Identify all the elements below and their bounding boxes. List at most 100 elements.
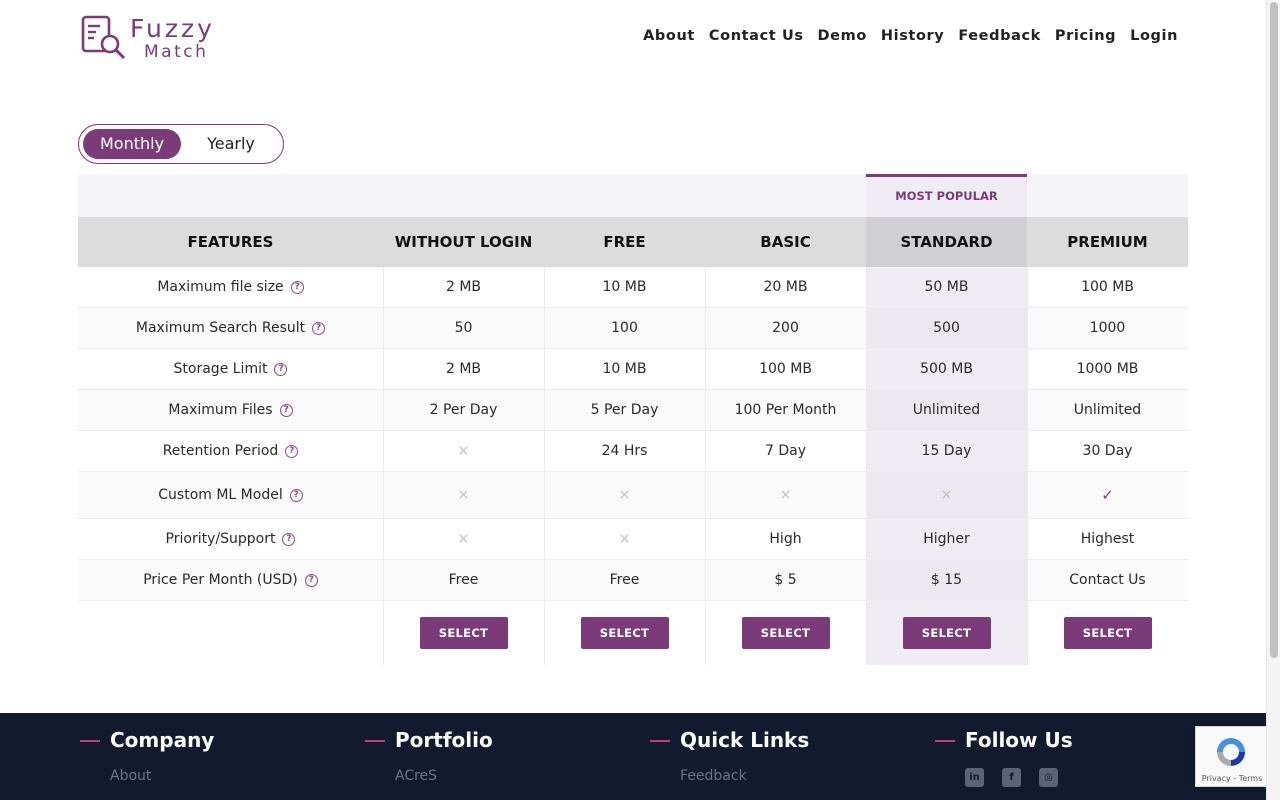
- billing-toggle: Monthly Yearly: [78, 124, 284, 164]
- cell-value: Contact Us: [1069, 572, 1146, 588]
- help-icon[interactable]: ?: [312, 321, 326, 335]
- cell-value: 2 MB: [445, 279, 482, 295]
- cross-icon: ×: [618, 487, 631, 503]
- help-icon[interactable]: ?: [285, 444, 299, 458]
- table-row: Maximum Search Result? 50 100 200 500 1000: [78, 308, 1188, 349]
- cell-value: Unlimited: [912, 402, 981, 418]
- cell-value: 500 MB: [920, 361, 973, 377]
- select-cell: SELECT: [383, 601, 544, 665]
- nav-history[interactable]: History: [881, 28, 944, 44]
- footer-title-follow-us: Follow Us: [965, 728, 1073, 752]
- value-cell: 20 MB: [705, 267, 866, 307]
- cell-value: 2 MB: [445, 361, 482, 377]
- value-cell: 50: [383, 308, 544, 348]
- footer-dash: [650, 740, 670, 742]
- footer-link-about[interactable]: About: [110, 768, 151, 784]
- value-cell: Free: [383, 560, 544, 600]
- table-row: Maximum Files? 2 Per Day 5 Per Day 100 Per …: [78, 390, 1188, 431]
- cell-value: 50 MB: [924, 279, 969, 295]
- cell-value: 2 Per Day: [429, 402, 498, 418]
- cell-value: 20 MB: [763, 279, 808, 295]
- value-cell: ×: [544, 472, 705, 518]
- value-cell: 24 Hrs: [544, 431, 705, 471]
- select-free-button[interactable]: SELECT: [580, 617, 669, 649]
- table-row: Priority/Support? × × High Higher Highest: [78, 519, 1188, 560]
- table-header: FEATURES WITHOUT LOGIN FREE BASIC STANDA…: [78, 217, 1188, 267]
- value-cell: 10 MB: [544, 349, 705, 389]
- value-cell: 200: [705, 308, 866, 348]
- value-cell: ×: [866, 472, 1027, 518]
- nav-about[interactable]: About: [643, 28, 695, 44]
- cell-value: 7 Day: [764, 443, 806, 459]
- cell-value: 30 Day: [1082, 443, 1133, 459]
- instagram-icon[interactable]: ◎: [1039, 768, 1058, 787]
- recaptcha-privacy-terms[interactable]: Privacy - Terms: [1196, 774, 1268, 783]
- facebook-icon[interactable]: f: [1002, 768, 1021, 787]
- cell-value: 50: [454, 320, 473, 336]
- feature-cell: Priority/Support?: [78, 519, 383, 559]
- social-links: in f ◎: [965, 768, 1058, 787]
- col-standard: STANDARD: [900, 233, 993, 251]
- cell-value: 24 Hrs: [601, 443, 648, 459]
- value-cell: High: [705, 519, 866, 559]
- fuzzy-match-logo[interactable]: Fuzzy Match: [80, 14, 230, 64]
- cell-value: Free: [609, 572, 640, 588]
- footer-link-feedback[interactable]: Feedback: [680, 768, 747, 784]
- yearly-option[interactable]: Yearly: [193, 129, 269, 159]
- cross-icon: ×: [457, 443, 470, 459]
- scrollbar-thumb[interactable]: [1270, 2, 1278, 658]
- linkedin-icon[interactable]: in: [965, 768, 984, 787]
- value-cell: 100 MB: [1027, 267, 1188, 307]
- select-cell: SELECT: [1027, 601, 1188, 665]
- cell-value: Higher: [923, 531, 970, 547]
- footer-dash: [935, 740, 955, 742]
- nav-demo[interactable]: Demo: [818, 28, 867, 44]
- table-row: Storage Limit? 2 MB 10 MB 100 MB 500 MB 1000 …: [78, 349, 1188, 390]
- select-standard-button[interactable]: SELECT: [902, 617, 991, 649]
- nav-feedback[interactable]: Feedback: [958, 28, 1041, 44]
- help-icon[interactable]: ?: [282, 532, 296, 546]
- help-icon[interactable]: ?: [274, 362, 288, 376]
- cell-value: 10 MB: [602, 279, 647, 295]
- help-icon[interactable]: ?: [279, 403, 293, 417]
- site-header: Fuzzy Match About Contact Us Demo Histor…: [0, 0, 1266, 78]
- help-icon[interactable]: ?: [304, 573, 318, 587]
- nav-contact-us[interactable]: Contact Us: [709, 28, 804, 44]
- recaptcha-icon: [1217, 738, 1245, 766]
- recaptcha-badge[interactable]: Privacy - Terms: [1195, 726, 1267, 787]
- footer-title-portfolio: Portfolio: [395, 728, 493, 752]
- feature-label: Maximum Search Result: [135, 320, 306, 336]
- column-divider: [866, 267, 867, 665]
- feature-label: Storage Limit: [173, 361, 268, 377]
- value-cell: Contact Us: [1027, 560, 1188, 600]
- monthly-option[interactable]: Monthly: [83, 129, 181, 159]
- document-search-icon: [81, 15, 126, 60]
- col-free: FREE: [603, 233, 646, 251]
- nav-pricing[interactable]: Pricing: [1055, 28, 1116, 44]
- column-divider: [1027, 267, 1028, 665]
- select-premium-button[interactable]: SELECT: [1063, 617, 1152, 649]
- value-cell: 30 Day: [1027, 431, 1188, 471]
- cell-value: 100 MB: [759, 361, 812, 377]
- footer-link-acres[interactable]: ACreS: [395, 768, 437, 784]
- select-without-login-button[interactable]: SELECT: [419, 617, 508, 649]
- value-cell: 500 MB: [866, 349, 1027, 389]
- nav-login[interactable]: Login: [1130, 28, 1178, 44]
- cell-value: 100 Per Month: [734, 402, 837, 418]
- footer-title-quick-links: Quick Links: [680, 728, 810, 752]
- value-cell: 1000 MB: [1027, 349, 1188, 389]
- value-cell: ×: [383, 431, 544, 471]
- value-cell: $ 15: [866, 560, 1027, 600]
- feature-label: Priority/Support: [165, 531, 276, 547]
- help-icon[interactable]: ?: [290, 280, 304, 294]
- select-row: SELECT SELECT SELECT SELECT SELECT: [78, 601, 1188, 665]
- cell-value: Highest: [1080, 531, 1135, 547]
- value-cell: 1000: [1027, 308, 1188, 348]
- page-scrollbar[interactable]: [1266, 0, 1280, 800]
- value-cell: Unlimited: [866, 390, 1027, 430]
- site-footer: Company About Portfolio ACreS Quick Link…: [0, 713, 1266, 800]
- help-icon[interactable]: ?: [289, 488, 303, 502]
- select-cell: SELECT: [866, 601, 1027, 665]
- select-basic-button[interactable]: SELECT: [741, 617, 830, 649]
- value-cell: 2 MB: [383, 349, 544, 389]
